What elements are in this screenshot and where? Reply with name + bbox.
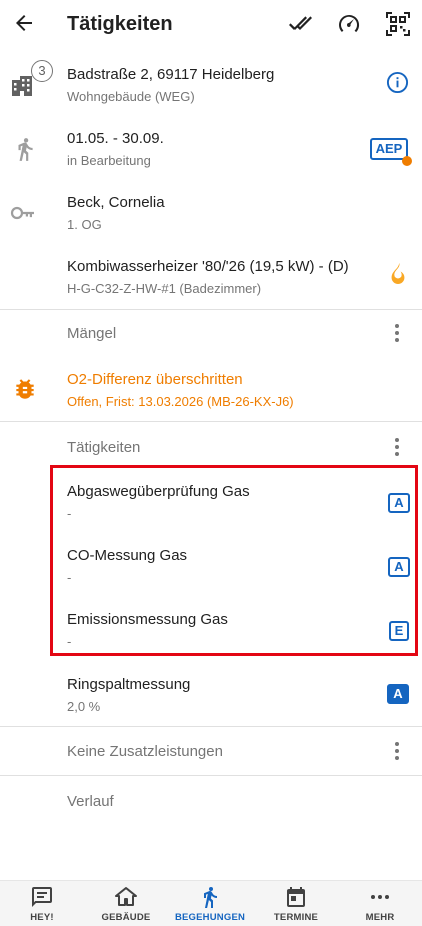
device-name: Kombiwasserheizer '80/'26 (19,5 kW) - (D… xyxy=(67,258,349,275)
visit-row[interactable]: 01.05. - 30.09. in Bearbeitung AEP xyxy=(0,120,422,178)
taetigkeiten-section-header: Tätigkeiten xyxy=(0,422,422,470)
info-icon[interactable] xyxy=(386,71,409,94)
defect-row[interactable]: O2-Differenz überschritten Offen, Frist:… xyxy=(0,362,422,418)
nav-termine[interactable]: TERMINE xyxy=(254,881,338,926)
nav-hey[interactable]: HEY! xyxy=(0,881,84,926)
contact-floor: 1. OG xyxy=(67,217,102,232)
defect-detail: Offen, Frist: 13.03.2026 (MB-26-KX-J6) xyxy=(67,394,294,409)
chat-icon xyxy=(32,887,52,907)
verlauf-section-header[interactable]: Verlauf xyxy=(0,776,422,824)
activity-item[interactable]: Ringspaltmessung 2,0 % A xyxy=(0,665,422,725)
activity-name: Ringspaltmessung xyxy=(67,676,191,693)
nav-begehungen[interactable]: BEGEHUNGEN xyxy=(168,881,252,926)
walking-person-icon xyxy=(204,887,217,908)
building-count-badge: 3 xyxy=(31,60,53,82)
nav-label: HEY! xyxy=(30,912,54,923)
verlauf-title: Verlauf xyxy=(67,793,114,810)
home-icon xyxy=(115,887,137,906)
maengel-title: Mängel xyxy=(67,325,117,342)
bottom-navigation: HEY! GEBÄUDE BEGEHUNGEN TERMINE MEHR xyxy=(0,880,422,926)
more-vert-icon[interactable] xyxy=(386,436,408,458)
gauge-icon[interactable] xyxy=(336,11,362,37)
address-street: Badstraße 2, 69117 Heidelberg xyxy=(67,66,275,83)
defect-title: O2-Differenz überschritten xyxy=(67,371,243,388)
contact-name: Beck, Cornelia xyxy=(67,194,165,211)
key-icon xyxy=(10,206,34,220)
page-title: Tätigkeiten xyxy=(67,13,173,35)
more-vert-icon[interactable] xyxy=(386,322,408,344)
calendar-icon xyxy=(287,887,305,907)
nav-gebaeude[interactable]: GEBÄUDE xyxy=(84,881,168,926)
visit-status: in Bearbeitung xyxy=(67,153,151,168)
device-id: H-G-C32-Z-HW-#1 (Badezimmer) xyxy=(67,281,262,296)
bug-icon xyxy=(16,379,34,399)
back-arrow-icon[interactable] xyxy=(12,11,36,35)
nav-label: BEGEHUNGEN xyxy=(174,912,246,923)
highlight-box xyxy=(50,465,418,656)
flame-icon xyxy=(391,262,405,284)
zusatz-title: Keine Zusatzleistungen xyxy=(67,743,223,760)
more-vert-icon[interactable] xyxy=(386,740,408,762)
notification-dot xyxy=(402,156,412,166)
nav-mehr[interactable]: MEHR xyxy=(338,881,422,926)
zusatz-section-header: Keine Zusatzleistungen xyxy=(0,727,422,775)
double-check-icon[interactable] xyxy=(287,11,313,37)
app-bar: Tätigkeiten xyxy=(0,0,422,50)
walking-person-icon xyxy=(18,138,33,161)
activity-badge: A xyxy=(387,684,409,704)
nav-label: GEBÄUDE xyxy=(101,912,151,923)
device-row[interactable]: Kombiwasserheizer '80/'26 (19,5 kW) - (D… xyxy=(0,248,422,306)
maengel-section-header: Mängel xyxy=(0,310,422,358)
taetigkeiten-title: Tätigkeiten xyxy=(67,439,141,456)
nav-label: MEHR xyxy=(365,912,395,923)
nav-label: TERMINE xyxy=(273,912,319,923)
qr-code-icon[interactable] xyxy=(385,11,411,37)
more-horiz-icon xyxy=(371,895,389,899)
contact-row[interactable]: Beck, Cornelia 1. OG xyxy=(0,184,422,242)
visit-period: 01.05. - 30.09. xyxy=(67,130,164,147)
activity-value: 2,0 % xyxy=(67,699,101,714)
address-row[interactable]: 3 Badstraße 2, 69117 Heidelberg Wohngebä… xyxy=(0,56,422,114)
address-type: Wohngebäude (WEG) xyxy=(67,89,195,104)
